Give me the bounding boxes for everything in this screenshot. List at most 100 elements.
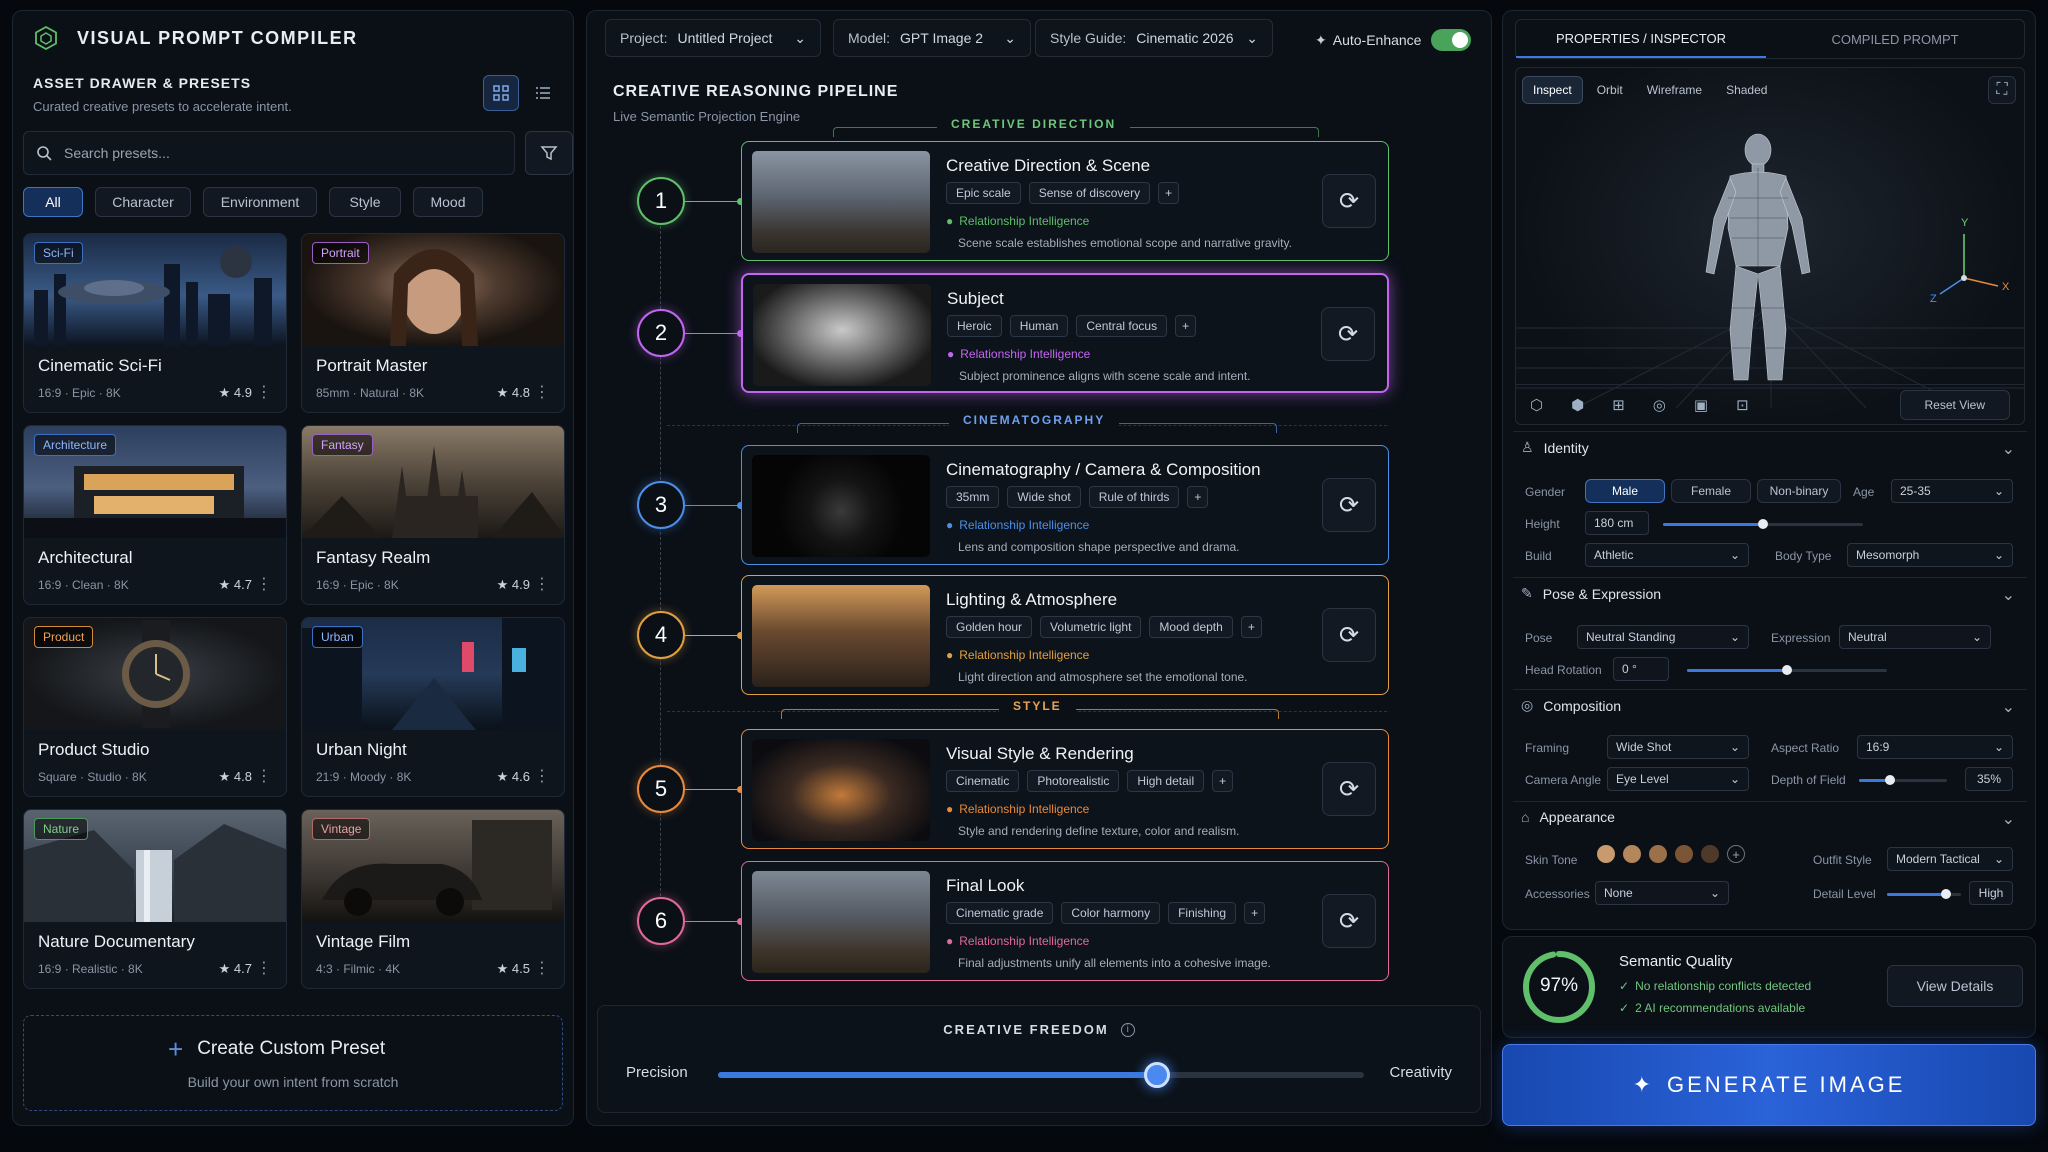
step-tag[interactable]: Color harmony [1061,902,1161,924]
filter-chip-character[interactable]: Character [95,187,191,217]
creative-freedom-slider[interactable] [718,1062,1364,1088]
identity-header[interactable]: ♙ Identity [1521,439,1589,456]
layout-icon[interactable]: ⊞ [1612,396,1625,414]
more-options-icon[interactable]: ⋮ [534,382,550,402]
auto-enhance-toggle[interactable] [1431,29,1472,51]
slider-thumb[interactable] [1884,775,1895,785]
slider-thumb[interactable] [1144,1062,1171,1088]
skin-tone-swatch[interactable] [1701,845,1719,863]
step-tag[interactable]: Golden hour [946,616,1033,638]
step-tag[interactable]: 35mm [946,486,1000,508]
refresh-button[interactable]: ⟳ [1322,608,1376,662]
pipeline-step-4[interactable]: Lighting & Atmosphere Golden hour Volumetr… [741,575,1389,695]
reset-view-button[interactable]: Reset View [1899,389,2010,420]
preset-card-product[interactable]: Product Product Studio Square · Studio ·… [23,617,287,797]
more-options-icon[interactable]: ⋮ [534,958,550,978]
step-tag[interactable]: Sense of discovery [1028,182,1151,204]
view-details-button[interactable]: View Details [1887,965,2023,1007]
filter-chip-mood[interactable]: Mood [413,187,483,217]
step-tag[interactable]: Cinematic grade [946,902,1054,924]
pose-header[interactable]: ✎ Pose & Expression [1521,585,1661,602]
step-tag[interactable]: Cinematic [946,770,1020,792]
add-swatch-icon[interactable]: + [1727,845,1745,863]
screenshot-icon[interactable]: ⊡ [1736,396,1749,414]
skin-tone-swatch[interactable] [1675,845,1693,863]
gender-male[interactable]: Male [1585,479,1665,503]
pipeline-step-5[interactable]: Visual Style & Rendering Cinematic Photore… [741,729,1389,849]
age-select[interactable]: 25-35 ⌄ [1891,479,2013,503]
preset-card-nature[interactable]: Nature Nature Documentary 16:9 · Realist… [23,809,287,989]
filter-chip-environment[interactable]: Environment [203,187,317,217]
step-tag[interactable]: Photorealistic [1027,770,1120,792]
slider-thumb[interactable] [1758,519,1768,529]
add-tag-icon[interactable]: + [1187,486,1209,508]
search-field[interactable]: Search presets... [23,131,515,175]
add-tag-icon[interactable]: + [1244,902,1266,924]
pipeline-step-1[interactable]: Creative Direction & Scene Epic scale Sens… [741,141,1389,261]
step-tag[interactable]: Rule of thirds [1088,486,1180,508]
skin-tone-swatch[interactable] [1597,845,1615,863]
gender-non-binary[interactable]: Non-binary [1757,479,1841,503]
refresh-button[interactable]: ⟳ [1322,478,1376,532]
project-select[interactable]: Project: Untitled Project ⌄ [605,19,821,57]
grid-view-button[interactable] [483,75,519,111]
aspect-ratio-select[interactable]: 16:9 ⌄ [1857,735,2013,759]
list-view-button[interactable] [525,75,561,111]
refresh-button[interactable]: ⟳ [1322,174,1376,228]
height-slider[interactable] [1663,519,1863,529]
preset-card-portrait[interactable]: Portrait Portrait Master 85mm · Natural … [301,233,565,413]
cube-icon[interactable]: ⬡ [1530,396,1543,414]
accessories-select[interactable]: None ⌄ [1595,881,1729,905]
step-number-1[interactable]: 1 [637,177,685,225]
refresh-button[interactable]: ⟳ [1322,894,1376,948]
step-number-4[interactable]: 4 [637,611,685,659]
step-tag[interactable]: High detail [1127,770,1205,792]
skin-tone-swatch[interactable] [1649,845,1667,863]
step-number-3[interactable]: 3 [637,481,685,529]
frame-icon[interactable]: ▣ [1694,396,1708,414]
chevron-down-icon[interactable]: ⌄ [2002,439,2015,459]
framing-select[interactable]: Wide Shot ⌄ [1607,735,1749,759]
composition-header[interactable]: ◎ Composition [1521,697,1621,714]
slider-thumb[interactable] [1941,889,1952,899]
build-select[interactable]: Athletic ⌄ [1585,543,1749,567]
filter-chip-all[interactable]: All [23,187,83,217]
step-tag[interactable]: Human [1009,315,1069,337]
more-options-icon[interactable]: ⋮ [256,382,272,402]
head-rotation-slider[interactable] [1687,665,1887,675]
body-type-select[interactable]: Mesomorph ⌄ [1847,543,2013,567]
add-tag-icon[interactable]: + [1158,182,1180,204]
info-icon[interactable]: i [1120,1022,1135,1037]
chevron-down-icon[interactable]: ⌄ [2002,809,2015,829]
refresh-button[interactable]: ⟳ [1322,762,1376,816]
slider-thumb[interactable] [1782,665,1792,675]
refresh-button[interactable]: ⟳ [1321,307,1375,361]
chevron-down-icon[interactable]: ⌄ [2002,697,2015,717]
depth-of-field-slider[interactable] [1859,775,1947,785]
preset-card-scifi[interactable]: Sci-Fi Cinematic Sci-Fi 16:9 · Epic · 8K… [23,233,287,413]
create-preset-button[interactable]: + Create Custom Preset Build your own in… [23,1015,563,1111]
camera-icon[interactable]: ◎ [1653,396,1666,414]
chevron-down-icon[interactable]: ⌄ [2002,585,2015,605]
preset-card-fantasy[interactable]: Fantasy Fantasy Realm 16:9 · Epic · 8K ★… [301,425,565,605]
step-number-2[interactable]: 2 [637,309,685,357]
filter-chip-style[interactable]: Style [329,187,401,217]
expression-select[interactable]: Neutral ⌄ [1839,625,1991,649]
model-select[interactable]: Model: GPT Image 2 ⌄ [833,19,1031,57]
more-options-icon[interactable]: ⋮ [256,766,272,786]
skin-tone-swatch[interactable] [1623,845,1641,863]
more-options-icon[interactable]: ⋮ [256,958,272,978]
step-tag[interactable]: Finishing [1168,902,1237,924]
depth-of-field-field[interactable]: 35% [1965,767,2013,791]
more-options-icon[interactable]: ⋮ [534,766,550,786]
add-tag-icon[interactable]: + [1212,770,1234,792]
more-options-icon[interactable]: ⋮ [534,574,550,594]
step-tag[interactable]: Wide shot [1007,486,1081,508]
gender-female[interactable]: Female [1671,479,1751,503]
camera-angle-select[interactable]: Eye Level ⌄ [1607,767,1749,791]
step-tag[interactable]: Epic scale [946,182,1021,204]
detail-level-slider[interactable] [1887,889,1961,899]
step-tag[interactable]: Volumetric light [1040,616,1142,638]
tab-properties[interactable]: PROPERTIES / INSPECTOR [1516,20,1766,58]
preset-card-urban[interactable]: Urban Urban Night 21:9 · Moody · 8K ★ 4.… [301,617,565,797]
